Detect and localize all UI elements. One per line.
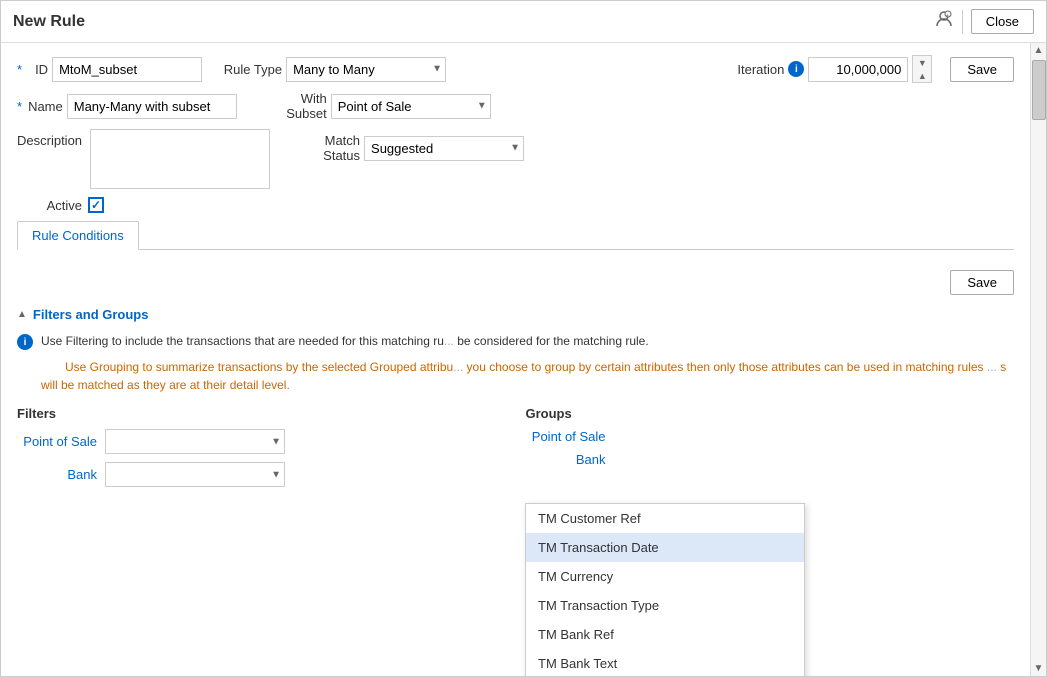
filters-col: Filters Point of Sale ▼ Bank: [17, 406, 506, 495]
info-box-text: Use Filtering to include the transaction…: [41, 332, 649, 350]
divider: [962, 10, 963, 34]
iteration-down-btn[interactable]: ▼: [913, 56, 931, 69]
scroll-down-arrow-icon[interactable]: ▼: [1032, 661, 1046, 676]
iteration-spinners: ▼ ▲: [912, 55, 932, 83]
filters-groups-row: Filters Point of Sale ▼ Bank: [17, 406, 1014, 495]
new-rule-window: New Rule + Close * ID: [0, 0, 1047, 677]
rule-type-label: Rule Type: [222, 62, 282, 77]
match-status-wrapper: Suggested Auto Manual ▼: [364, 136, 524, 161]
active-row: Active ✓: [17, 197, 1014, 213]
dropdown-item-5[interactable]: TM Bank Text: [526, 649, 804, 676]
pos-filter-row: Point of Sale ▼: [17, 429, 506, 454]
groups-label: Groups: [526, 406, 1015, 421]
info-box: i Use Filtering to include the transacti…: [17, 332, 1014, 350]
description-label: Description: [17, 129, 82, 148]
bank-group-label: Bank: [526, 452, 606, 467]
active-label: Active: [17, 198, 82, 213]
active-checkbox[interactable]: ✓: [88, 197, 104, 213]
tabs-bar: Rule Conditions: [17, 221, 1014, 250]
section-header: ▲ Filters and Groups: [17, 307, 1014, 322]
bank-filter-select-wrapper: ▼: [105, 462, 285, 487]
inner-save-row: Save: [17, 270, 1014, 295]
scroll-up-arrow-icon[interactable]: ▲: [1032, 43, 1046, 58]
info-box-icon: i: [17, 334, 33, 350]
name-required-star: *: [17, 99, 22, 114]
tab-content: Save ▲ Filters and Groups i Use Filterin…: [17, 262, 1014, 503]
dropdown-item-0[interactable]: TM Customer Ref: [526, 504, 804, 533]
dropdown-item-1[interactable]: TM Transaction Date: [526, 533, 804, 562]
iteration-label: Iteration: [737, 62, 784, 77]
name-label: Name: [28, 99, 63, 114]
window-title: New Rule: [13, 13, 85, 31]
warning-box: Use Grouping to summarize transactions b…: [17, 358, 1014, 394]
dropdown-item-2[interactable]: TM Currency: [526, 562, 804, 591]
pos-group-label: Point of Sale: [526, 429, 606, 444]
tab-rule-conditions[interactable]: Rule Conditions: [17, 221, 139, 250]
pos-filter-label: Point of Sale: [17, 434, 97, 449]
bank-group-row: Bank: [526, 452, 1015, 467]
bank-filter-row: Bank ▼: [17, 462, 506, 487]
iteration-input[interactable]: [808, 57, 908, 82]
user-icon-btn[interactable]: +: [934, 9, 954, 34]
description-textarea[interactable]: [90, 129, 270, 189]
id-required-star: *: [17, 62, 22, 77]
rule-type-wrapper: Many to Many One to One One to Many ▼: [286, 57, 446, 82]
save-button-top[interactable]: Save: [950, 57, 1014, 82]
id-label: ID: [28, 62, 48, 77]
rule-type-select[interactable]: Many to Many One to One One to Many: [286, 57, 446, 82]
name-input[interactable]: [67, 94, 237, 119]
with-subset-wrapper: Point of Sale Bank ▼: [331, 94, 491, 119]
with-subset-select[interactable]: Point of Sale Bank: [331, 94, 491, 119]
pos-filter-select-wrapper: ▼: [105, 429, 285, 454]
bank-filter-label: Bank: [17, 467, 97, 482]
svg-text:+: +: [946, 13, 949, 19]
iteration-info-icon[interactable]: i: [788, 61, 804, 77]
inner-save-button[interactable]: Save: [950, 270, 1014, 295]
scrollbar: ▲ ▼: [1030, 43, 1046, 676]
bank-filter-select[interactable]: [105, 462, 285, 487]
match-status-label: MatchStatus: [290, 133, 360, 163]
form-area: * ID Rule Type Many to Many One to One O…: [1, 43, 1030, 676]
groups-col: Groups Point of Sale Bank: [526, 406, 1015, 495]
dropdown-item-3[interactable]: TM Transaction Type: [526, 591, 804, 620]
with-subset-label: WithSubset: [257, 91, 327, 121]
title-bar-actions: + Close: [934, 9, 1034, 34]
warning-text: Use Grouping to summarize transactions b…: [41, 360, 1006, 392]
active-check-icon: ✓: [91, 198, 101, 212]
section-title: Filters and Groups: [33, 307, 149, 322]
pos-group-row: Point of Sale: [526, 429, 1015, 444]
filters-label: Filters: [17, 406, 506, 421]
id-input[interactable]: [52, 57, 202, 82]
main-content: * ID Rule Type Many to Many One to One O…: [1, 43, 1046, 676]
title-bar: New Rule + Close: [1, 1, 1046, 43]
section-triangle-icon: ▲: [17, 309, 27, 320]
close-button[interactable]: Close: [971, 9, 1034, 34]
iteration-up-btn[interactable]: ▲: [913, 69, 931, 82]
dropdown-item-4[interactable]: TM Bank Ref: [526, 620, 804, 649]
dropdown-overlay: TM Customer Ref TM Transaction Date TM C…: [525, 503, 805, 676]
scrollbar-thumb[interactable]: [1032, 60, 1046, 120]
match-status-select[interactable]: Suggested Auto Manual: [364, 136, 524, 161]
pos-filter-select[interactable]: [105, 429, 285, 454]
